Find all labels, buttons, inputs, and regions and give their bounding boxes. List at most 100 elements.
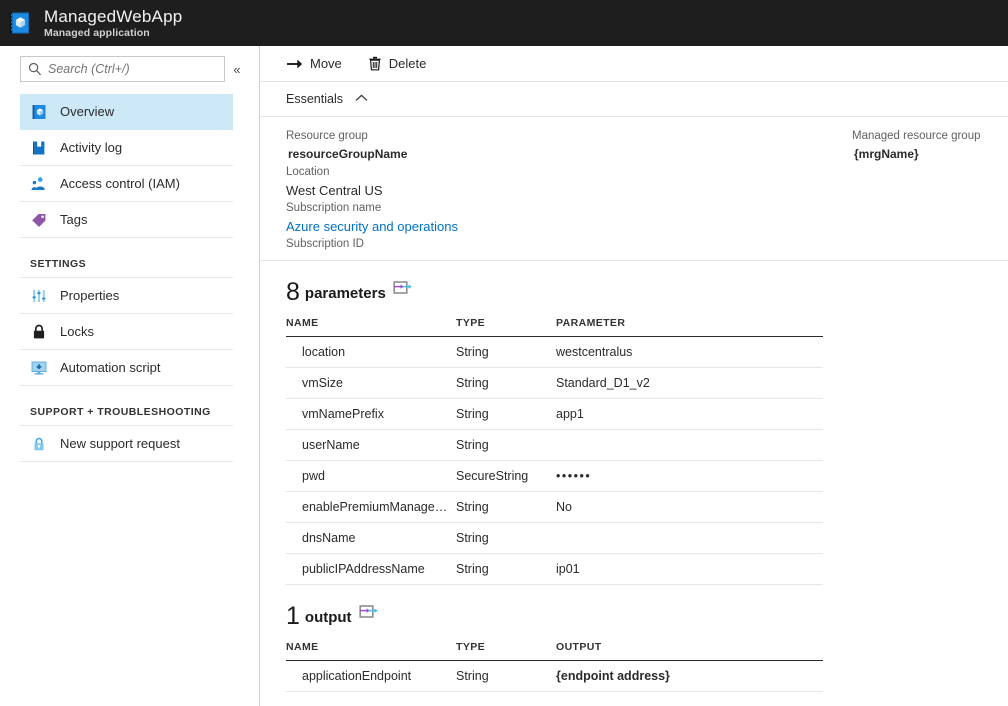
- parameters-col-parameter: PARAMETER: [556, 311, 823, 337]
- delete-button-label: Delete: [389, 56, 427, 71]
- parameter-type: String: [456, 492, 556, 523]
- sidebar-item-properties[interactable]: Properties: [20, 278, 233, 314]
- sidebar: « Overview: [0, 46, 260, 706]
- command-bar: Move Delete: [260, 46, 1008, 82]
- output-table-header-row: NAME TYPE OUTPUT: [286, 635, 823, 661]
- parameter-value: ••••••: [556, 461, 823, 492]
- table-row[interactable]: publicIPAddressName String ip01: [286, 554, 823, 585]
- table-row[interactable]: pwd SecureString ••••••: [286, 461, 823, 492]
- parameter-type: String: [456, 399, 556, 430]
- sidebar-item-label: Access control (IAM): [60, 176, 180, 191]
- location-value: West Central US: [286, 181, 706, 200]
- automation-script-icon: [30, 359, 48, 377]
- output-section: 1 output NAME T: [260, 585, 1008, 692]
- table-row[interactable]: vmSize String Standard_D1_v2: [286, 368, 823, 399]
- blade-header: ManagedWebApp Managed application: [0, 0, 1008, 46]
- trash-icon: [368, 56, 382, 71]
- managed-resource-group-value: {mrgName}: [852, 145, 1008, 164]
- table-row[interactable]: location String westcentralus: [286, 337, 823, 368]
- subscription-name-label: Subscription name: [286, 200, 706, 217]
- parameter-name: vmSize: [286, 368, 456, 399]
- search-box[interactable]: [20, 56, 225, 82]
- move-button-label: Move: [310, 56, 342, 71]
- output-type: String: [456, 661, 556, 692]
- subscription-id-label: Subscription ID: [286, 236, 706, 253]
- overview-icon: [30, 103, 48, 121]
- access-control-icon: [30, 175, 48, 193]
- location-label: Location: [286, 164, 706, 181]
- parameter-name: userName: [286, 430, 456, 461]
- sidebar-section-settings-title: SETTINGS: [20, 258, 233, 278]
- sidebar-item-label: Automation script: [60, 360, 160, 375]
- output-value: {endpoint address}: [556, 661, 823, 692]
- output-col-type: TYPE: [456, 635, 556, 661]
- table-row[interactable]: userName String: [286, 430, 823, 461]
- parameter-name: vmNamePrefix: [286, 399, 456, 430]
- export-template-icon[interactable]: [393, 280, 413, 301]
- sidebar-item-activity-log[interactable]: Activity log: [20, 130, 233, 166]
- export-template-icon[interactable]: [359, 604, 379, 625]
- parameter-name: enablePremiumManagem…: [286, 492, 456, 523]
- parameters-word: parameters: [305, 283, 386, 305]
- parameters-col-type: TYPE: [456, 311, 556, 337]
- output-name: applicationEndpoint: [286, 661, 456, 692]
- sidebar-item-locks[interactable]: Locks: [20, 314, 233, 350]
- subscription-name-link[interactable]: Azure security and operations: [286, 217, 706, 236]
- parameter-type: String: [456, 430, 556, 461]
- resource-group-label: Resource group: [286, 128, 706, 145]
- parameter-name: dnsName: [286, 523, 456, 554]
- parameter-name: pwd: [286, 461, 456, 492]
- search-icon: [28, 62, 42, 76]
- sidebar-item-label: Activity log: [60, 140, 122, 155]
- sidebar-item-new-support-request[interactable]: New support request: [20, 426, 233, 462]
- subscription-id-value: [286, 253, 706, 267]
- move-button[interactable]: Move: [286, 56, 342, 71]
- sidebar-item-tags[interactable]: Tags: [20, 202, 233, 238]
- parameter-value: No: [556, 492, 823, 523]
- parameter-value: [556, 430, 823, 461]
- sidebar-item-access-control[interactable]: Access control (IAM): [20, 166, 233, 202]
- support-request-icon: [30, 435, 48, 453]
- parameter-value: westcentralus: [556, 337, 823, 368]
- page-title: ManagedWebApp: [44, 7, 182, 26]
- parameters-section: 8 parameters NAME: [260, 261, 1008, 585]
- azure-portal-blade: ManagedWebApp Managed application «: [0, 0, 1008, 706]
- output-heading: 1 output: [286, 585, 1008, 635]
- properties-icon: [30, 287, 48, 305]
- output-table: NAME TYPE OUTPUT applicationEndpoint Str…: [286, 635, 823, 692]
- table-row[interactable]: applicationEndpoint String {endpoint add…: [286, 661, 823, 692]
- parameter-name: location: [286, 337, 456, 368]
- sidebar-item-label: Properties: [60, 288, 119, 303]
- search-input[interactable]: [48, 62, 217, 76]
- resource-group-value: resourceGroupName: [286, 145, 706, 164]
- parameters-table: NAME TYPE PARAMETER location String west…: [286, 311, 823, 585]
- collapse-sidebar-button[interactable]: «: [225, 56, 249, 82]
- sidebar-section-support-title: SUPPORT + TROUBLESHOOTING: [20, 406, 233, 426]
- output-col-name: NAME: [286, 635, 456, 661]
- sidebar-item-label: Overview: [60, 104, 114, 119]
- essentials-left-column: Resource group resourceGroupName Locatio…: [286, 128, 706, 267]
- parameter-type: String: [456, 337, 556, 368]
- table-row[interactable]: vmNamePrefix String app1: [286, 399, 823, 430]
- arrow-right-icon: [286, 57, 303, 71]
- sidebar-item-label: Tags: [60, 212, 87, 227]
- sidebar-item-automation-script[interactable]: Automation script: [20, 350, 233, 386]
- table-row[interactable]: dnsName String: [286, 523, 823, 554]
- parameters-count: 8: [286, 279, 300, 305]
- parameters-heading: 8 parameters: [286, 261, 1008, 311]
- sidebar-item-label: Locks: [60, 324, 94, 339]
- page-subtitle: Managed application: [44, 26, 182, 40]
- parameter-name: publicIPAddressName: [286, 554, 456, 585]
- output-word: output: [305, 607, 352, 629]
- essentials-right-column: Managed resource group {mrgName}: [852, 128, 1008, 164]
- delete-button[interactable]: Delete: [368, 56, 427, 71]
- output-count: 1: [286, 603, 300, 629]
- table-row[interactable]: enablePremiumManagem… String No: [286, 492, 823, 523]
- parameters-col-name: NAME: [286, 311, 456, 337]
- parameter-value: app1: [556, 399, 823, 430]
- parameter-type: SecureString: [456, 461, 556, 492]
- blade-title-group: ManagedWebApp Managed application: [44, 7, 182, 40]
- essentials-toggle[interactable]: Essentials: [260, 82, 1008, 117]
- parameter-type: String: [456, 523, 556, 554]
- sidebar-item-overview[interactable]: Overview: [20, 94, 233, 130]
